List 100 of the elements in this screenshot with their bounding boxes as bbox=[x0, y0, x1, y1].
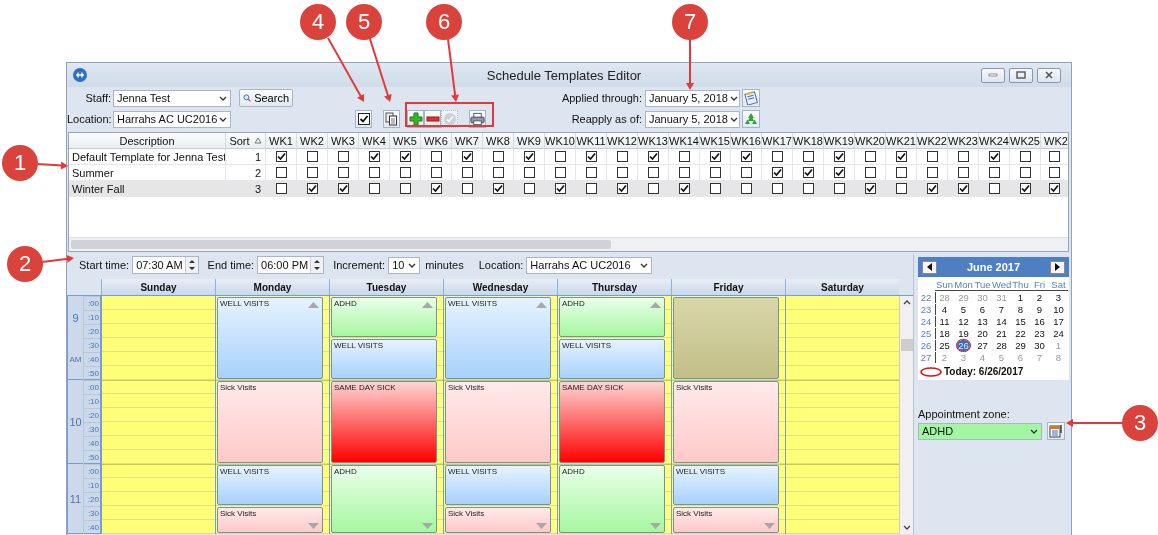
calendar-day[interactable]: 20 bbox=[976, 327, 989, 339]
week-checkbox[interactable] bbox=[585, 167, 597, 178]
calendar-day[interactable]: 13 bbox=[976, 315, 989, 327]
week-checkbox[interactable] bbox=[492, 167, 504, 178]
column-header[interactable]: WK22 bbox=[916, 133, 947, 148]
column-header[interactable]: WK18 bbox=[792, 133, 823, 148]
column-header[interactable]: WK2 bbox=[296, 133, 327, 148]
staff-dropdown[interactable]: Jenna Test bbox=[113, 89, 231, 107]
week-checkbox[interactable] bbox=[895, 167, 907, 178]
scroll-up-icon[interactable] bbox=[902, 300, 911, 305]
week-checkbox[interactable] bbox=[926, 151, 938, 162]
week-checkbox[interactable] bbox=[895, 183, 907, 194]
week-checkbox[interactable] bbox=[833, 183, 845, 194]
week-checkbox[interactable] bbox=[926, 183, 938, 194]
calendar-day[interactable]: 19 bbox=[957, 327, 970, 339]
calendar-day[interactable]: 25 bbox=[938, 339, 951, 351]
appointment-block[interactable]: Sick Visits bbox=[445, 381, 551, 463]
week-checkbox[interactable] bbox=[306, 183, 318, 194]
column-header[interactable]: WK9 bbox=[513, 133, 544, 148]
start-time-field[interactable]: 07:30 AM bbox=[132, 256, 199, 274]
calendar-day[interactable]: 7 bbox=[997, 303, 1006, 315]
appointment-block[interactable]: Sick Visits bbox=[673, 507, 779, 533]
horizontal-scrollbar[interactable] bbox=[69, 237, 1068, 251]
column-header[interactable]: WK15 bbox=[699, 133, 730, 148]
week-checkbox[interactable] bbox=[864, 183, 876, 194]
column-header[interactable]: WK7 bbox=[451, 133, 482, 148]
week-checkbox[interactable] bbox=[864, 167, 876, 178]
increment-dropdown[interactable]: 10 bbox=[388, 256, 421, 274]
calendar-day[interactable]: 2 bbox=[1035, 291, 1044, 303]
week-checkbox[interactable] bbox=[678, 151, 690, 162]
week-checkbox[interactable] bbox=[1049, 167, 1060, 178]
calendar-day[interactable]: 1 bbox=[1016, 291, 1025, 303]
week-checkbox[interactable] bbox=[740, 183, 752, 194]
column-header[interactable]: WK25 bbox=[1009, 133, 1040, 148]
week-checkbox[interactable] bbox=[647, 167, 659, 178]
appointment-block[interactable]: Sick Visits bbox=[673, 381, 779, 463]
day-column[interactable]: ADHD WELL VISITS SAME DAY SICK ADHD bbox=[557, 296, 671, 534]
calendar-day[interactable]: 18 bbox=[938, 327, 951, 339]
week-checkbox[interactable] bbox=[461, 183, 473, 194]
maximize-button[interactable] bbox=[1009, 67, 1033, 83]
column-header[interactable]: WK24 bbox=[978, 133, 1009, 148]
appointment-block[interactable]: WELL VISITS bbox=[445, 465, 551, 505]
week-checkbox[interactable] bbox=[864, 151, 876, 162]
column-header[interactable]: WK10 bbox=[544, 133, 575, 148]
day-column[interactable]: WELL VISITS Sick Visits WELL VISITS Sick Visits bbox=[443, 296, 557, 534]
calendar-day[interactable]: 8 bbox=[1016, 303, 1025, 315]
calendar-day[interactable]: 6 bbox=[978, 303, 987, 315]
week-checkbox[interactable] bbox=[1019, 151, 1031, 162]
appointment-block[interactable]: ADHD bbox=[331, 465, 437, 533]
week-checkbox[interactable] bbox=[616, 183, 628, 194]
column-header[interactable]: Description bbox=[69, 133, 225, 148]
column-header[interactable]: WK2 bbox=[1040, 133, 1068, 148]
reapply-dropdown[interactable]: January 5, 2018 bbox=[645, 110, 740, 128]
week-checkbox[interactable] bbox=[275, 183, 287, 194]
calendar-day[interactable]: 11 bbox=[938, 315, 951, 327]
copy-button[interactable] bbox=[383, 110, 400, 128]
appointment-block[interactable]: Sick Visits bbox=[217, 381, 323, 463]
column-header[interactable]: WK14 bbox=[668, 133, 699, 148]
applied-through-dropdown[interactable]: January 5, 2018 bbox=[645, 89, 740, 107]
week-checkbox[interactable] bbox=[1019, 183, 1031, 194]
calendar-day[interactable]: 30 bbox=[1033, 339, 1046, 351]
appointment-block[interactable]: ADHD bbox=[559, 297, 665, 337]
column-header[interactable]: WK23 bbox=[947, 133, 978, 148]
recycle-button[interactable] bbox=[742, 110, 760, 128]
template-row[interactable]: Winter Fall 3 bbox=[69, 181, 1068, 197]
zone-editor-button[interactable] bbox=[1047, 422, 1065, 440]
location-dropdown[interactable]: Harrahs AC UC2016 bbox=[113, 110, 231, 128]
week-checkbox[interactable] bbox=[399, 151, 411, 162]
column-header[interactable]: WK1 bbox=[265, 133, 296, 148]
day-column[interactable]: Sick Visits WELL VISITS Sick Visits bbox=[671, 296, 785, 534]
column-header[interactable]: WK3 bbox=[327, 133, 358, 148]
week-checkbox[interactable] bbox=[771, 183, 783, 194]
end-time-field[interactable]: 06:00 PM bbox=[257, 256, 325, 274]
week-checkbox[interactable] bbox=[895, 151, 907, 162]
week-checkbox[interactable] bbox=[957, 151, 969, 162]
appointment-block[interactable]: ADHD bbox=[331, 297, 437, 337]
next-month-button[interactable] bbox=[1050, 260, 1065, 274]
week-checkbox[interactable] bbox=[523, 167, 535, 178]
spinner-arrows-icon[interactable] bbox=[184, 257, 198, 273]
vertical-scrollbar[interactable] bbox=[899, 296, 913, 534]
close-button[interactable] bbox=[1037, 67, 1061, 83]
week-checkbox[interactable] bbox=[616, 151, 628, 162]
template-row[interactable]: Default Template for Jenna Test 1 bbox=[69, 149, 1068, 165]
calendar-day[interactable]: 4 bbox=[940, 303, 949, 315]
week-checkbox[interactable] bbox=[802, 183, 814, 194]
checkbox-tool-button[interactable] bbox=[355, 110, 372, 128]
week-checkbox[interactable] bbox=[306, 151, 318, 162]
appointment-block[interactable]: WELL VISITS bbox=[331, 339, 437, 379]
week-checkbox[interactable] bbox=[275, 167, 287, 178]
appointment-zone-dropdown[interactable]: ADHD bbox=[918, 422, 1042, 440]
week-checkbox[interactable] bbox=[337, 167, 349, 178]
week-checkbox[interactable] bbox=[554, 183, 566, 194]
column-header[interactable]: WK13 bbox=[637, 133, 668, 148]
appointment-block[interactable]: Sick Visits bbox=[445, 507, 551, 533]
week-checkbox[interactable] bbox=[461, 151, 473, 162]
location-dropdown[interactable]: Harrahs AC UC2016 bbox=[526, 256, 653, 274]
appointment-block[interactable]: WELL VISITS bbox=[217, 465, 323, 505]
calendar-day[interactable]: 26 bbox=[957, 339, 970, 351]
column-header[interactable]: Sort bbox=[225, 133, 265, 148]
appointment-block[interactable]: WELL VISITS bbox=[445, 297, 551, 379]
